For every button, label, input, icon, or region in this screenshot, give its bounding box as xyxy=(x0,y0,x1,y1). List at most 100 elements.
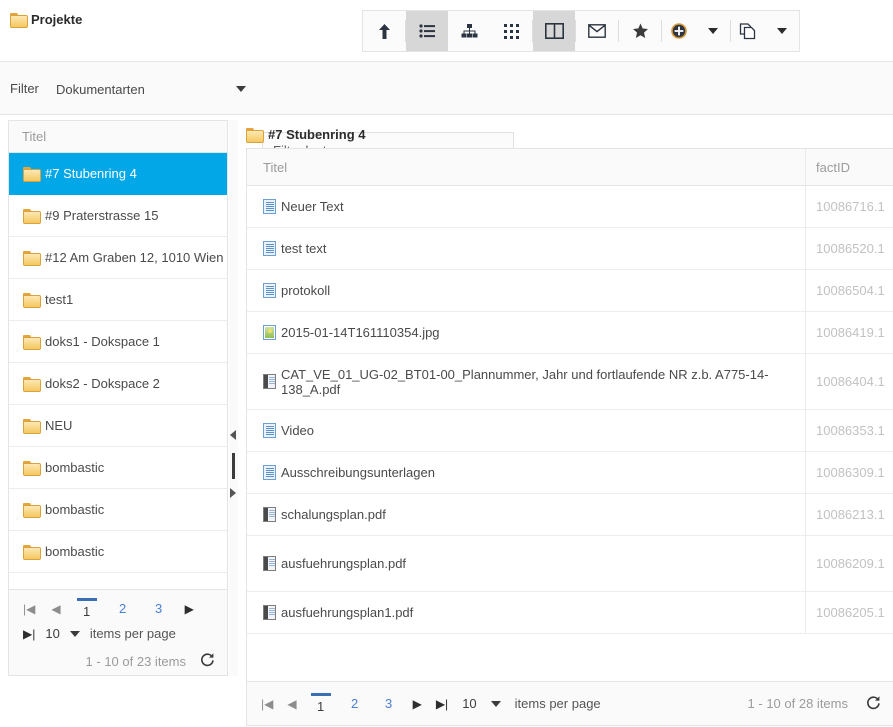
page-number-2[interactable]: 2 xyxy=(345,696,365,711)
list-view-button[interactable] xyxy=(406,11,448,51)
document-type-select[interactable]: Dokumentarten xyxy=(56,73,246,105)
sidebar-item-5[interactable]: doks2 - Dokspace 2 xyxy=(9,363,227,405)
page-size-value[interactable]: 10 xyxy=(45,626,59,641)
row-factid-cell: 10086213.1 xyxy=(805,494,893,535)
row-factid-cell: 10086716.1 xyxy=(805,186,893,227)
columns-icon xyxy=(545,23,564,39)
table-row[interactable]: test text 10086520.1 xyxy=(247,228,893,270)
row-title-label: Ausschreibungsunterlagen xyxy=(281,465,435,480)
table-row[interactable]: ausfuehrungsplan.pdf 10086209.1 xyxy=(247,536,893,592)
first-page-icon[interactable]: |◀ xyxy=(23,602,35,616)
breadcrumb-label: Projekte xyxy=(31,12,82,27)
folder-icon xyxy=(10,13,26,26)
sidebar-item-2[interactable]: #12 Am Graben 12, 1010 Wien xyxy=(9,237,227,279)
tree-view-button[interactable] xyxy=(448,11,490,51)
sidebar-item-6[interactable]: NEU xyxy=(9,405,227,447)
row-title-cell: test text xyxy=(247,228,805,269)
table-row[interactable]: CAT_VE_01_UG-02_BT01-00_Plannummer, Jahr… xyxy=(247,354,893,410)
page-number-3[interactable]: 3 xyxy=(149,601,169,616)
last-page-icon[interactable]: ▶| xyxy=(436,697,448,711)
page-number-1[interactable]: 1 xyxy=(311,693,331,714)
main-panel: #7 Stubenring 4 Titel factID Neuer Text … xyxy=(246,120,893,726)
refresh-icon[interactable] xyxy=(200,652,215,670)
sidebar-item-9[interactable]: bombastic xyxy=(9,531,227,573)
splitter-left-arrow-icon[interactable] xyxy=(230,430,236,440)
page-size-value[interactable]: 10 xyxy=(462,696,476,711)
chevron-down-icon[interactable] xyxy=(70,631,80,637)
sidebar-item-label: #9 Praterstrasse 15 xyxy=(45,208,158,223)
table-row[interactable]: Video 10086353.1 xyxy=(247,410,893,452)
split-view-button[interactable] xyxy=(533,11,575,51)
row-factid-cell: 10086419.1 xyxy=(805,312,893,353)
grid-body: Neuer Text 10086716.1 test text 10086520… xyxy=(247,186,893,681)
table-row[interactable]: Neuer Text 10086716.1 xyxy=(247,186,893,228)
next-page-icon[interactable]: ▶ xyxy=(413,697,422,711)
app-header: Projekte xyxy=(0,0,893,62)
folder-icon xyxy=(23,377,39,390)
prev-page-icon[interactable]: ◀ xyxy=(51,602,60,616)
sidebar-item-label: bombastic xyxy=(45,544,104,559)
sidebar-item-label: test1 xyxy=(45,292,73,307)
sidebar-item-label: doks1 - Dokspace 1 xyxy=(45,334,160,349)
image-file-icon xyxy=(263,325,276,340)
page-number-3[interactable]: 3 xyxy=(379,696,399,711)
pager-info: 1 - 10 of 23 items xyxy=(86,654,186,669)
page-number-2[interactable]: 2 xyxy=(113,601,133,616)
chevron-down-icon[interactable] xyxy=(491,701,501,707)
last-page-icon[interactable]: ▶| xyxy=(23,627,35,641)
favorite-button[interactable] xyxy=(619,11,661,51)
row-factid-cell: 10086353.1 xyxy=(805,410,893,451)
arrow-up-icon xyxy=(377,23,392,40)
row-factid-cell: 10086404.1 xyxy=(805,354,893,409)
pdf-file-icon xyxy=(263,556,276,571)
sidebar-item-4[interactable]: doks1 - Dokspace 1 xyxy=(9,321,227,363)
body-split: Titel #7 Stubenring 4 #9 Praterstrasse 1… xyxy=(0,115,893,726)
row-title-label: schalungsplan.pdf xyxy=(281,507,386,522)
copy-button[interactable] xyxy=(731,11,765,51)
table-row[interactable]: protokoll 10086504.1 xyxy=(247,270,893,312)
pdf-file-icon xyxy=(263,374,276,389)
row-title-cell: Ausschreibungsunterlagen xyxy=(247,452,805,493)
grid-header: Titel factID xyxy=(247,149,893,186)
sidebar-item-1[interactable]: #9 Praterstrasse 15 xyxy=(9,195,227,237)
column-header-title[interactable]: Titel xyxy=(247,160,805,175)
add-button[interactable] xyxy=(662,11,696,51)
table-row[interactable]: schalungsplan.pdf 10086213.1 xyxy=(247,494,893,536)
grid-view-button[interactable] xyxy=(490,11,532,51)
splitter-right-arrow-icon[interactable] xyxy=(230,488,236,498)
upload-button[interactable] xyxy=(363,11,405,51)
splitter-grip[interactable] xyxy=(232,453,235,479)
column-header-factid[interactable]: factID xyxy=(805,149,893,185)
page-number-1[interactable]: 1 xyxy=(77,598,97,619)
first-page-icon[interactable]: |◀ xyxy=(261,697,273,711)
table-row[interactable]: Ausschreibungsunterlagen 10086309.1 xyxy=(247,452,893,494)
sidebar-item-7[interactable]: bombastic xyxy=(9,447,227,489)
sidebar-item-3[interactable]: test1 xyxy=(9,279,227,321)
add-dropdown-button[interactable] xyxy=(696,11,730,51)
refresh-icon[interactable] xyxy=(866,695,881,713)
sidebar-item-0[interactable]: #7 Stubenring 4 xyxy=(9,153,227,195)
plus-circle-icon xyxy=(671,23,687,39)
copy-dropdown-button[interactable] xyxy=(765,11,799,51)
row-title-cell: ausfuehrungsplan1.pdf xyxy=(247,592,805,633)
sidebar-item-8[interactable]: bombastic xyxy=(9,489,227,531)
row-title-cell: Video xyxy=(247,410,805,451)
copy-documents-icon xyxy=(739,23,757,40)
mail-button[interactable] xyxy=(576,11,618,51)
next-page-icon[interactable]: ▶ xyxy=(185,602,194,616)
pager-info: 1 - 10 of 28 items xyxy=(748,696,848,711)
main-panel-title: #7 Stubenring 4 xyxy=(246,120,893,148)
breadcrumb[interactable]: Projekte xyxy=(10,12,82,27)
table-row[interactable]: 2015-01-14T161110354.jpg 10086419.1 xyxy=(247,312,893,354)
prev-page-icon[interactable]: ◀ xyxy=(287,697,296,711)
row-title-label: Neuer Text xyxy=(281,199,344,214)
page-size-label: items per page xyxy=(90,626,176,641)
panel-splitter[interactable] xyxy=(229,120,238,676)
folder-icon xyxy=(23,251,39,264)
grid-icon xyxy=(504,24,519,39)
row-title-cell: CAT_VE_01_UG-02_BT01-00_Plannummer, Jahr… xyxy=(247,354,805,409)
table-row[interactable]: ausfuehrungsplan1.pdf 10086205.1 xyxy=(247,592,893,634)
row-title-cell: Neuer Text xyxy=(247,186,805,227)
sidebar-item-label: #7 Stubenring 4 xyxy=(45,166,137,181)
sidebar-pager: |◀ ◀ 1 2 3 ▶ ▶| 10 items per page 1 - 10… xyxy=(9,589,227,675)
